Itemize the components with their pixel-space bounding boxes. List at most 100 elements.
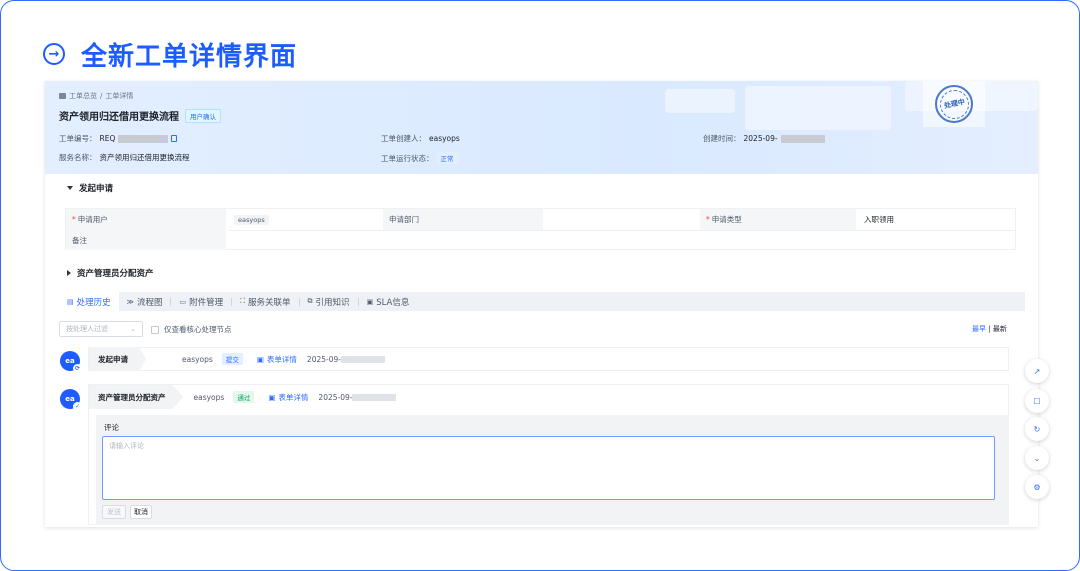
section-assign-title: 资产管理员分配资产 <box>77 269 154 279</box>
type-label: 申请类型 <box>711 215 742 224</box>
core-only-toggle[interactable]: 仅查看核心处理节点 <box>151 324 232 335</box>
tab-label: SLA信息 <box>376 297 410 308</box>
handler-filter-select[interactable]: 按处理人过滤 ⌄ <box>59 321 143 337</box>
created-time-label: 创建时间： <box>703 134 741 143</box>
form-detail-label: 表单详情 <box>278 392 309 402</box>
tab-flowchart[interactable]: ≫ 流程图 <box>119 292 171 311</box>
service-row: 服务名称： 资产领用归还借用更换流程 <box>59 152 190 163</box>
caret-right-icon <box>67 270 71 276</box>
flowchart-icon: ≫ <box>126 297 134 306</box>
note-value-cell <box>228 230 1016 250</box>
history-icon: ▤ <box>67 297 74 306</box>
ticket-number-prefix: REQ <box>99 134 116 143</box>
home-icon <box>59 93 66 99</box>
run-status-badge: 正常 <box>436 152 458 164</box>
avatar-initials: ea <box>65 395 75 403</box>
tab-attachments[interactable]: ▭ 附件管理 <box>171 292 231 311</box>
settings-icon[interactable]: ⚙ <box>1025 475 1049 499</box>
dept-label: 申请部门 <box>389 215 419 224</box>
tab-label: 处理历史 <box>76 297 111 308</box>
send-button[interactable]: 发送 <box>102 505 126 519</box>
user-value-tag: easyops <box>234 214 269 225</box>
ticket-number-row: 工单编号： REQ <box>59 133 178 144</box>
sort-latest[interactable]: 最新 <box>993 325 1007 333</box>
redacted-time <box>352 393 397 401</box>
breadcrumb-current: 工单详情 <box>105 92 134 100</box>
chevron-down-icon[interactable]: ⌄ <box>1025 446 1049 470</box>
timeline-item-tag: 提交 <box>221 353 243 365</box>
timeline-item-time: 2025-09- <box>306 354 341 364</box>
creator-value: easyops <box>429 134 460 143</box>
type-label-cell: * 申请类型 <box>700 209 856 230</box>
core-only-checkbox[interactable] <box>151 325 159 334</box>
service-label: 服务名称： <box>59 153 97 162</box>
frame: → 全新工单详情界面 工单总览 / 工单详情 资产领用归还借用更换流程 用户确认… <box>0 0 1080 571</box>
tab-sla[interactable]: ▣ SLA信息 <box>359 292 418 311</box>
note-label-cell: 备注 <box>66 230 226 250</box>
created-time-row: 创建时间： 2025-09- <box>703 133 825 144</box>
avatar: ea ⟳ <box>60 351 82 373</box>
copy-icon: ⧉ <box>307 297 313 305</box>
arrow-right-circle-icon: → <box>43 43 65 65</box>
form-icon: ▣ <box>256 354 264 364</box>
cancel-button[interactable]: 取消 <box>130 505 152 519</box>
stamp-text: 处理中 <box>942 97 966 111</box>
redacted-ticket-number <box>118 134 169 143</box>
timeline-item-time: 2025-09- <box>318 392 353 402</box>
handler-filter-placeholder: 按处理人过滤 <box>66 325 108 333</box>
tab-related-tickets[interactable]: ⛶ 服务关联单 <box>232 292 298 311</box>
header-decoration <box>665 89 735 113</box>
creator-label: 工单创建人： <box>381 134 426 143</box>
sort-toggle: 最早 | 最新 <box>972 324 1007 334</box>
type-value-cell: 入职领用 <box>858 209 1016 230</box>
stamp-ring-icon: 处理中 <box>935 85 973 123</box>
copy-icon[interactable] <box>171 135 178 142</box>
page-title-row: 资产领用归还借用更换流程 用户确认 <box>59 108 221 123</box>
user-value-cell: easyops <box>228 209 383 230</box>
sla-icon: ▣ <box>366 297 374 306</box>
user-label: 申请用户 <box>77 215 108 224</box>
redacted-created-time <box>780 134 825 143</box>
form-detail-label: 表单详情 <box>266 354 297 364</box>
chevron-down-icon: ⌄ <box>130 325 136 333</box>
breadcrumb: 工单总览 / 工单详情 <box>59 91 133 101</box>
comment-box: 评论 请输入评论 发送 取消 <box>96 415 1009 525</box>
note-label: 备注 <box>72 235 87 245</box>
processing-icon: ⟳ <box>73 364 82 373</box>
timeline-item-tag: 通过 <box>233 391 255 403</box>
caret-down-icon <box>67 186 73 190</box>
form-detail-link[interactable]: ▣ 表单详情 <box>257 354 297 365</box>
status-stamp: 处理中 <box>923 81 985 127</box>
required-mark: * <box>72 215 76 224</box>
section-apply[interactable]: 发起申请 <box>67 182 113 194</box>
tab-label: 服务关联单 <box>248 297 291 308</box>
ticket-header: 工单总览 / 工单详情 资产领用归还借用更换流程 用户确认 处理中 工单编号： … <box>45 81 1038 174</box>
dept-value-cell <box>545 209 700 230</box>
tab-history[interactable]: ▤ 处理历史 <box>59 292 119 311</box>
tab-label: 引用知识 <box>315 297 350 308</box>
breadcrumb-root[interactable]: 工单总览 <box>69 91 97 101</box>
breadcrumb-separator: / <box>100 92 103 100</box>
tab-knowledge[interactable]: ⧉ 引用知识 <box>300 292 358 311</box>
sort-earliest[interactable]: 最早 <box>972 325 986 333</box>
chat-icon[interactable]: ☐ <box>1025 389 1049 413</box>
comment-textarea[interactable]: 请输入评论 <box>102 436 995 500</box>
run-status-label: 工单运行状态： <box>381 153 434 163</box>
expand-icon[interactable]: ↗ <box>1025 359 1049 383</box>
type-value: 入职领用 <box>864 215 894 224</box>
section-assign[interactable]: 资产管理员分配资产 <box>67 267 154 279</box>
apply-form: * 申请用户 easyops 申请部门 * 申请类型 入职领用 备注 <box>65 208 1016 250</box>
timeline-item-user: easyops <box>193 392 225 402</box>
ticket-detail-panel: 工单总览 / 工单详情 资产领用归还借用更换流程 用户确认 处理中 工单编号： … <box>45 81 1038 527</box>
section-apply-title: 发起申请 <box>79 184 114 194</box>
run-status-row: 工单运行状态： 正常 <box>381 152 458 164</box>
created-time-prefix: 2025-09- <box>743 134 778 143</box>
stamp-inner: 处理中 <box>939 89 969 119</box>
refresh-icon[interactable]: ↻ <box>1025 417 1049 441</box>
dept-label-cell: 申请部门 <box>383 209 543 230</box>
timeline-item-user: easyops <box>182 354 213 364</box>
service-value: 资产领用归还借用更换流程 <box>99 153 190 162</box>
form-detail-link[interactable]: ▣ 表单详情 <box>268 392 308 403</box>
sort-separator: | <box>988 325 991 333</box>
status-badge: 用户确认 <box>185 108 221 123</box>
